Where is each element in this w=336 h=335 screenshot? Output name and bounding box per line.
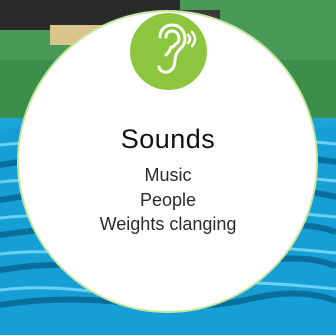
- card-title: Sounds: [120, 124, 216, 154]
- item-music: Music: [144, 165, 192, 185]
- ear-listening-icon: [157, 23, 197, 74]
- ear-badge: [130, 13, 207, 90]
- item-weights-clanging: Weights clanging: [99, 214, 237, 234]
- item-people: People: [139, 190, 197, 210]
